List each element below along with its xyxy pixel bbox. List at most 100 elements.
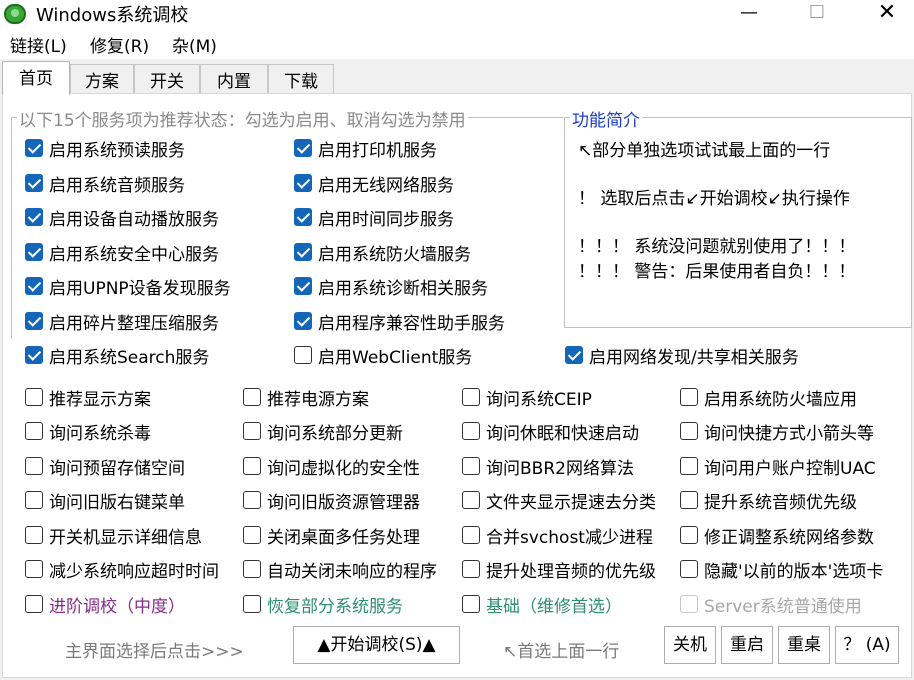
preset-label: 基础（维修首选）	[486, 596, 622, 617]
restart-button[interactable]: 重启	[721, 626, 773, 664]
service-label: 启用时间同步服务	[318, 209, 454, 230]
option-checkbox[interactable]: 推荐电源方案	[243, 385, 369, 410]
preset-label: 恢复部分系统服务	[267, 596, 403, 617]
checkbox-unchecked-icon	[462, 457, 480, 475]
preset-advanced-checkbox[interactable]: 进阶调校（中度）	[25, 592, 185, 617]
service-label: 启用系统预读服务	[49, 140, 185, 161]
service-checkbox[interactable]: 启用网络发现/共享相关服务	[565, 343, 799, 368]
start-tuning-button[interactable]: ▲开始调校(S)▲	[293, 626, 460, 664]
checkbox-unchecked-icon	[25, 491, 43, 509]
minimize-button[interactable]: —	[726, 0, 772, 28]
option-checkbox[interactable]: 自动关闭未响应的程序	[243, 557, 437, 582]
checkbox-checked-icon	[565, 346, 583, 364]
checkbox-unchecked-icon	[680, 457, 698, 475]
shutdown-button[interactable]: 关机	[664, 626, 716, 664]
info-line: ！！！ 系统没问题就别使用了！！！	[578, 237, 856, 257]
service-checkbox[interactable]: 启用打印机服务	[294, 136, 437, 161]
option-checkbox[interactable]: 推荐显示方案	[25, 385, 151, 410]
option-checkbox[interactable]: 提升处理音频的优先级	[462, 557, 656, 582]
maximize-button[interactable]: ☐	[794, 0, 840, 28]
tab-download[interactable]: 下载	[268, 64, 334, 94]
services-legend: 以下15个服务项为推荐状态：勾选为启用、取消勾选为禁用	[17, 106, 468, 131]
menu-repair[interactable]: 修复(R)	[90, 32, 149, 57]
info-legend: 功能简介	[570, 106, 642, 131]
menu-links[interactable]: 链接(L)	[10, 32, 67, 57]
preset-label: Server系统普通使用	[704, 596, 862, 617]
checkbox-checked-icon	[25, 243, 43, 261]
option-label: 询问系统部分更新	[267, 423, 403, 444]
service-checkbox[interactable]: 启用系统防火墙服务	[294, 240, 471, 265]
checkbox-checked-icon	[294, 312, 312, 330]
tab-switches[interactable]: 开关	[134, 64, 200, 94]
option-checkbox[interactable]: 文件夹显示提速去分类	[462, 488, 656, 513]
preset-basic-checkbox[interactable]: 基础（维修首选）	[462, 592, 622, 617]
menu-misc[interactable]: 杂(M)	[172, 32, 217, 57]
app-icon	[4, 4, 26, 24]
preset-label: 进阶调校（中度）	[49, 596, 185, 617]
option-checkbox[interactable]: 询问系统部分更新	[243, 419, 403, 444]
option-checkbox[interactable]: 修正调整系统网络参数	[680, 523, 874, 548]
option-label: 合并svchost减少进程	[486, 527, 653, 548]
checkbox-unchecked-icon	[243, 388, 261, 406]
option-checkbox[interactable]: 关闭桌面多任务处理	[243, 523, 420, 548]
service-checkbox[interactable]: 启用系统Search服务	[25, 343, 209, 368]
tab-strip: 首页 方案 开关 内置 下载	[0, 60, 914, 95]
service-checkbox[interactable]: 启用系统预读服务	[25, 136, 185, 161]
service-label: 启用网络发现/共享相关服务	[589, 347, 799, 368]
option-checkbox[interactable]: 询问虚拟化的安全性	[243, 454, 420, 479]
service-checkbox[interactable]: 启用系统安全中心服务	[25, 240, 219, 265]
option-checkbox[interactable]: 合并svchost减少进程	[462, 523, 653, 548]
service-checkbox[interactable]: 启用UPNP设备发现服务	[25, 274, 231, 299]
option-label: 询问用户账户控制UAC	[704, 458, 876, 479]
service-label: 启用WebClient服务	[318, 347, 473, 368]
option-checkbox[interactable]: 询问系统CEIP	[462, 385, 592, 410]
option-checkbox[interactable]: 询问预留存储空间	[25, 454, 185, 479]
service-checkbox[interactable]: 启用WebClient服务	[294, 343, 473, 368]
option-checkbox[interactable]: 询问旧版右键菜单	[25, 488, 185, 513]
service-checkbox[interactable]: 启用程序兼容性助手服务	[294, 309, 505, 334]
checkbox-unchecked-icon	[680, 560, 698, 578]
option-checkbox[interactable]: 询问BBR2网络算法	[462, 454, 634, 479]
option-checkbox[interactable]: 启用系统防火墙应用	[680, 385, 857, 410]
checkbox-unchecked-icon	[25, 388, 43, 406]
close-button[interactable]: ✕	[864, 0, 910, 28]
checkbox-unchecked-icon	[294, 346, 312, 364]
service-checkbox[interactable]: 启用无线网络服务	[294, 171, 454, 196]
option-label: 减少系统响应超时时间	[49, 561, 219, 582]
checkbox-unchecked-icon	[680, 526, 698, 544]
option-label: 询问BBR2网络算法	[486, 458, 634, 479]
option-checkbox[interactable]: 询问旧版资源管理器	[243, 488, 420, 513]
tab-builtin[interactable]: 内置	[200, 64, 268, 94]
service-checkbox[interactable]: 启用时间同步服务	[294, 205, 454, 230]
option-checkbox[interactable]: 询问系统杀毒	[25, 419, 151, 444]
service-label: 启用设备自动播放服务	[49, 209, 219, 230]
option-checkbox[interactable]: 询问用户账户控制UAC	[680, 454, 876, 479]
checkbox-checked-icon	[294, 174, 312, 192]
help-button[interactable]: ？ (A)	[835, 626, 899, 664]
checkbox-checked-icon	[294, 277, 312, 295]
checkbox-unchecked-icon	[243, 560, 261, 578]
option-checkbox[interactable]: 提升系统音频优先级	[680, 488, 857, 513]
option-checkbox[interactable]: 开关机显示详细信息	[25, 523, 202, 548]
preset-restore-checkbox[interactable]: 恢复部分系统服务	[243, 592, 403, 617]
option-label: 询问虚拟化的安全性	[267, 458, 420, 479]
checkbox-unchecked-icon	[25, 560, 43, 578]
tab-home[interactable]: 首页	[2, 61, 70, 95]
option-checkbox[interactable]: 隐藏'以前的版本'选项卡	[680, 557, 883, 582]
option-checkbox[interactable]: 询问休眠和快速启动	[462, 419, 639, 444]
reload-desktop-button[interactable]: 重桌	[778, 626, 830, 664]
checkbox-unchecked-icon	[680, 491, 698, 509]
service-label: 启用碎片整理压缩服务	[49, 313, 219, 334]
service-checkbox[interactable]: 启用系统诊断相关服务	[294, 274, 488, 299]
tab-plans[interactable]: 方案	[70, 64, 134, 94]
checkbox-unchecked-icon	[25, 526, 43, 544]
service-checkbox[interactable]: 启用系统音频服务	[25, 171, 185, 196]
option-checkbox[interactable]: 询问快捷方式小箭头等	[680, 419, 874, 444]
option-label: 推荐电源方案	[267, 389, 369, 410]
option-checkbox[interactable]: 减少系统响应超时时间	[25, 557, 219, 582]
service-checkbox[interactable]: 启用设备自动播放服务	[25, 205, 219, 230]
service-checkbox[interactable]: 启用碎片整理压缩服务	[25, 309, 219, 334]
title-bar: Windows系统调校 — ☐ ✕	[0, 0, 914, 28]
service-label: 启用无线网络服务	[318, 175, 454, 196]
option-label: 询问系统杀毒	[49, 423, 151, 444]
